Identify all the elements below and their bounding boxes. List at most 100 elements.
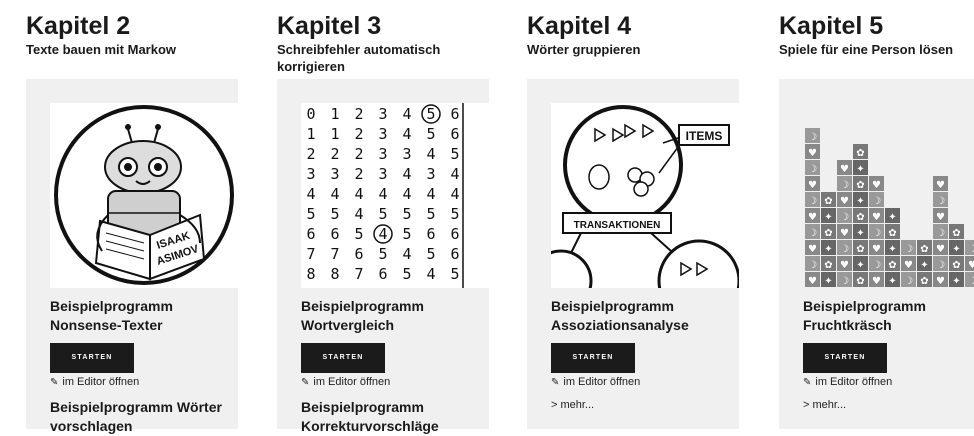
grid-cell: 5 — [330, 205, 339, 223]
fruit-icon: ✿ — [856, 212, 864, 223]
fruit-icon: ✦ — [952, 276, 960, 287]
chapter-subtitle: Schreibfehler automatisch korrigieren — [277, 42, 441, 74]
grid-cell: 5 — [450, 265, 459, 283]
fruit-icon: ☽ — [808, 260, 817, 271]
grid-cell: 5 — [378, 245, 387, 263]
edit-icon: ✎ — [803, 377, 812, 388]
grid-cell: 8 — [306, 265, 315, 283]
fruit-icon: ☽ — [904, 276, 913, 287]
grid-cell: 8 — [330, 265, 339, 283]
grid-cell: 3 — [378, 105, 387, 123]
fruit-icon: ✦ — [824, 276, 832, 287]
fruit-icon: ✦ — [888, 212, 896, 223]
fruit-icon: ✿ — [952, 228, 960, 239]
start-button[interactable]: STARTEN — [50, 343, 134, 373]
grid-cell: 4 — [306, 185, 315, 203]
open-in-editor-link[interactable]: ✎ im Editor öffnen — [551, 376, 640, 388]
chapter-panel: ITEMS TRANSAKTIONEN Beispielprogramm Ass… — [527, 79, 739, 429]
grid-cell: 6 — [378, 265, 387, 283]
fruit-icon: ♥ — [840, 228, 849, 239]
grid-cell: 1 — [330, 105, 339, 123]
transactions-label: TRANSAKTIONEN — [574, 220, 661, 231]
open-in-editor-link[interactable]: ✎ im Editor öffnen — [50, 376, 139, 388]
grid-cell: 1 — [306, 125, 315, 143]
fruit-icon: ♥ — [808, 244, 817, 255]
fruit-icon: ✿ — [824, 228, 832, 239]
grid-cell: 3 — [426, 165, 435, 183]
fruit-icon: ☽ — [808, 164, 817, 175]
grid-cell: 2 — [354, 105, 363, 123]
grid-cell: 4 — [426, 145, 435, 163]
grid-cell: 5 — [354, 225, 363, 243]
robot-reading-illustration: ISAAK ASIMOV — [50, 103, 238, 288]
fruit-icon: ☽ — [904, 244, 913, 255]
grid-cell: 7 — [306, 245, 315, 263]
fruit-icon: ☽ — [872, 196, 881, 207]
chapter-header: Kapitel 2 Texte bauen mit Markow — [26, 0, 238, 79]
grid-cell: 4 — [402, 165, 411, 183]
open-in-editor-label: im Editor öffnen — [563, 376, 641, 388]
fruit-icon: ✦ — [856, 196, 864, 207]
start-button[interactable]: STARTEN — [301, 343, 385, 373]
fruit-icon: ☽ — [936, 228, 945, 239]
fruit-icon: ☽ — [808, 228, 817, 239]
fruit-icon: ✿ — [888, 228, 896, 239]
fruit-icon: ✦ — [824, 244, 832, 255]
more-link[interactable]: > mehr... — [551, 399, 594, 411]
grid-cell: 4 — [402, 185, 411, 203]
fruit-icon: ♥ — [808, 148, 817, 159]
fruit-icon: ♥ — [840, 196, 849, 207]
fruit-icon: ♥ — [968, 260, 974, 271]
fruit-icon: ♥ — [808, 276, 817, 287]
open-in-editor-link[interactable]: ✎ im Editor öffnen — [803, 376, 892, 388]
program-title: Beispielprogramm Nonsense-Texter — [50, 298, 173, 333]
fruit-icon: ♥ — [872, 212, 881, 223]
fruit-icon: ☽ — [936, 196, 945, 207]
chapter-subtitle: Spiele für eine Person lösen — [779, 42, 954, 57]
start-button[interactable]: STARTEN — [551, 343, 635, 373]
grid-cell: 4 — [402, 105, 411, 123]
fruit-icon: ✿ — [888, 260, 896, 271]
grid-cell: 6 — [450, 225, 459, 243]
fruit-icon: ☽ — [936, 260, 945, 271]
start-button[interactable]: STARTEN — [803, 343, 887, 373]
fruit-icon: ✦ — [856, 164, 864, 175]
fruit-game-board-illustration: ♥ ☽ ♥ ☽ ♥ ☽ ♥ ☽ ♥ ☽ ✦ ✿ ✦ ✿ ✦ ✿ ☽ ♥ ☽ ♥ ☽ ♥ ☽ ♥ ✿ ✦ ✿ ✦ ✿ ✦ ✿ ✦ ✿ ♥ ☽ ♥ ☽ ♥ ☽ ♥… — [803, 103, 974, 288]
fruit-icon: ♥ — [808, 180, 817, 191]
fruit-icon: ☽ — [840, 180, 849, 191]
grid-cell: 5 — [378, 205, 387, 223]
chapter-header: Kapitel 5 Spiele für eine Person lösen — [779, 0, 974, 79]
fruit-icon: ✦ — [888, 244, 896, 255]
fruit-icon: ☽ — [968, 244, 974, 255]
fruit-icon: ♥ — [872, 244, 881, 255]
fruit-icon: ☽ — [872, 260, 881, 271]
grid-cell: 5 — [450, 145, 459, 163]
chapter-title: Kapitel 4 — [527, 12, 632, 40]
chapter-header: Kapitel 3 Schreibfehler automatisch korr… — [277, 0, 489, 79]
grid-cell: 4 — [426, 185, 435, 203]
fruit-icon: ☽ — [840, 244, 849, 255]
chapter-card-5: Kapitel 5 Spiele für eine Person lösen ♥… — [779, 0, 974, 429]
grid-cell: 6 — [330, 225, 339, 243]
fruit-icon: ✿ — [856, 244, 864, 255]
fruit-icon: ♥ — [936, 244, 945, 255]
grid-cell: 4 — [330, 185, 339, 203]
grid-cell: 2 — [306, 145, 315, 163]
more-link[interactable]: > mehr... — [803, 399, 846, 411]
fruit-icon: ✿ — [856, 276, 864, 287]
items-label: ITEMS — [686, 129, 723, 143]
edit-distance-table-illustration: 0123456112345622233453323434444444455455… — [301, 103, 489, 288]
fruit-icon: ✦ — [952, 244, 960, 255]
grid-cell: 4 — [354, 205, 363, 223]
chapter-card-3: Kapitel 3 Schreibfehler automatisch korr… — [277, 0, 489, 434]
fruit-icon: ☽ — [968, 276, 974, 287]
open-in-editor-link[interactable]: ✎ im Editor öffnen — [301, 376, 390, 388]
program-title: Beispielprogramm Fruchtkräsch — [803, 298, 926, 333]
fruit-icon: ♥ — [936, 276, 945, 287]
fruit-icon: ✿ — [824, 260, 832, 271]
grid-cell: 5 — [426, 205, 435, 223]
grid-cell: 3 — [378, 125, 387, 143]
grid-cell: 5 — [306, 205, 315, 223]
grid-cell: 4 — [402, 125, 411, 143]
fruit-icon: ✦ — [920, 260, 928, 271]
